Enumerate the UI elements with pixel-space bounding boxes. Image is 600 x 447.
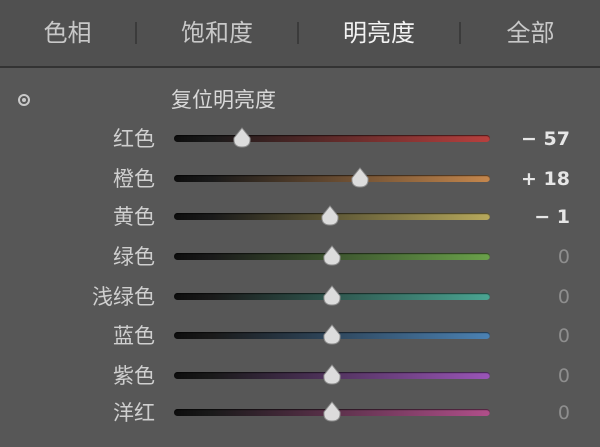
tab-luminance[interactable]: 明亮度 [299,0,459,66]
slider-label-blue: 蓝色 [113,324,155,348]
slider-thumb-blue[interactable] [322,324,342,346]
slider-value-blue[interactable]: 0 [558,321,570,351]
slider-track-orange[interactable] [174,167,490,188]
slider-track-purple[interactable] [174,364,490,385]
slider-value-purple[interactable]: 0 [558,361,570,391]
slider-value-orange[interactable]: + 18 [521,164,570,194]
reset-luminance-button[interactable]: 复位明亮度 [171,84,276,114]
slider-track-red[interactable] [174,127,490,148]
tab-hue[interactable]: 色相 [0,0,135,66]
slider-label-yellow: 黄色 [113,205,155,229]
slider-label-orange: 橙色 [113,167,155,191]
slider-row-yellow: 黄色 − 1 [0,202,600,232]
slider-track-magenta[interactable] [174,401,490,422]
tab-saturation[interactable]: 饱和度 [137,0,297,66]
slider-label-purple: 紫色 [113,364,155,388]
slider-value-magenta[interactable]: 0 [558,398,570,428]
slider-label-red: 红色 [113,127,155,151]
target-adjust-icon[interactable] [18,94,30,106]
slider-row-orange: 橙色 + 18 [0,164,600,194]
slider-track-green[interactable] [174,245,490,266]
slider-thumb-green[interactable] [322,245,342,267]
slider-thumb-orange[interactable] [350,167,370,189]
slider-value-red[interactable]: − 57 [521,124,570,154]
slider-value-yellow[interactable]: − 1 [534,202,570,232]
slider-label-aqua: 浅绿色 [92,285,155,309]
tab-all[interactable]: 全部 [461,0,600,66]
slider-track-aqua[interactable] [174,285,490,306]
slider-row-red: 红色 − 57 [0,124,600,154]
slider-row-purple: 紫色 0 [0,361,600,391]
slider-thumb-aqua[interactable] [322,285,342,307]
slider-label-magenta: 洋红 [113,401,155,425]
slider-thumb-purple[interactable] [322,364,342,386]
slider-row-aqua: 浅绿色 0 [0,282,600,312]
slider-row-green: 绿色 0 [0,242,600,272]
slider-track-blue[interactable] [174,324,490,345]
slider-value-aqua[interactable]: 0 [558,282,570,312]
slider-thumb-yellow[interactable] [320,205,340,227]
tab-bar: 色相 饱和度 明亮度 全部 [0,0,600,68]
slider-label-green: 绿色 [113,245,155,269]
slider-thumb-red[interactable] [232,127,252,149]
slider-track-yellow[interactable] [174,205,490,226]
slider-value-green[interactable]: 0 [558,242,570,272]
slider-thumb-magenta[interactable] [322,401,342,423]
slider-row-magenta: 洋红 0 [0,398,600,428]
slider-row-blue: 蓝色 0 [0,321,600,351]
